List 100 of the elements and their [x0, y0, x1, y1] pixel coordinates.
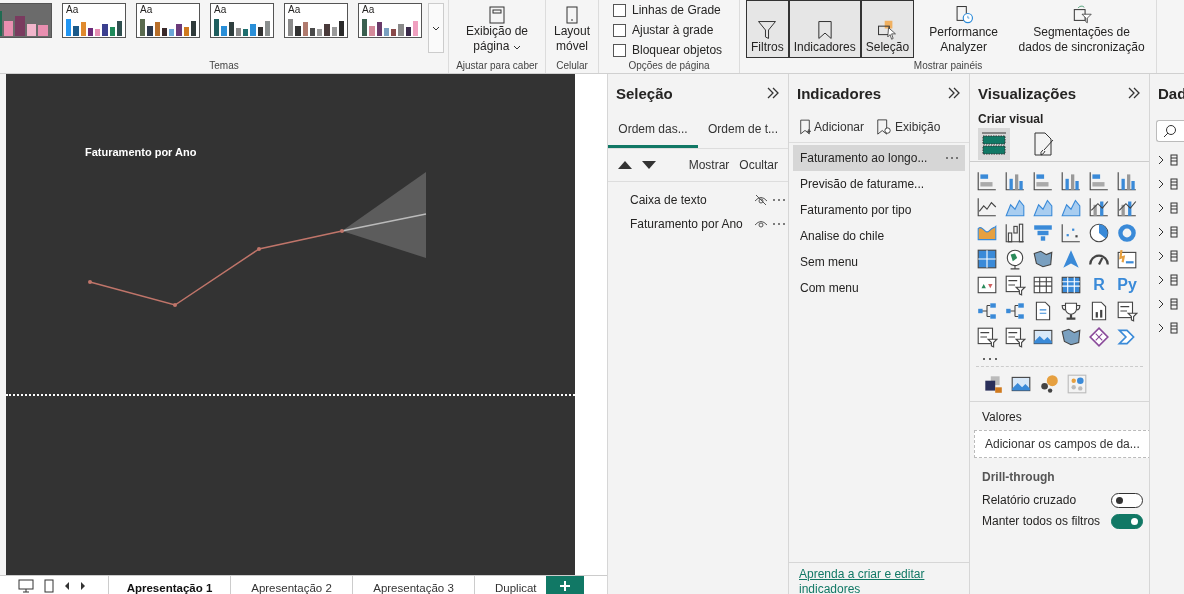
expand-icon[interactable]	[1158, 203, 1164, 213]
checkbox[interactable]	[613, 43, 626, 57]
expand-icon[interactable]	[1158, 155, 1164, 165]
collapse-icon[interactable]	[766, 86, 780, 100]
eye-slash-icon[interactable]	[754, 195, 768, 205]
table-icon[interactable]	[1032, 274, 1054, 296]
layer-item[interactable]: Faturamento por Ano	[630, 217, 750, 231]
more-icon[interactable]	[772, 222, 786, 226]
eye-icon[interactable]	[754, 219, 768, 229]
area-chart-icon[interactable]	[1032, 196, 1054, 218]
slicer-icon[interactable]	[1116, 300, 1138, 322]
kpi-icon[interactable]	[976, 274, 998, 296]
column-chart-icon[interactable]	[1060, 170, 1082, 192]
scatter-chart-icon[interactable]	[1060, 222, 1082, 244]
bar-chart-icon[interactable]	[976, 170, 998, 192]
page-icon	[487, 6, 507, 24]
bookmark-item[interactable]: Faturamento ao longo...	[793, 145, 965, 171]
line-column-chart-icon[interactable]	[1088, 196, 1110, 218]
column-chart-icon[interactable]	[1004, 170, 1026, 192]
search-field[interactable]	[1156, 120, 1184, 142]
expand-icon[interactable]	[1158, 179, 1164, 189]
toggle-switch[interactable]	[1110, 493, 1143, 508]
slicer-icon[interactable]	[976, 326, 998, 348]
squares-icon[interactable]	[982, 373, 1004, 395]
theme-thumbnail[interactable]: Aa	[136, 3, 200, 38]
theme-thumbnail[interactable]: Aa	[358, 3, 422, 38]
more-icon[interactable]	[982, 357, 998, 361]
section-title: Criar visual	[977, 112, 1045, 126]
bar-chart-icon[interactable]	[1032, 170, 1054, 192]
arrow-icon[interactable]	[1060, 248, 1082, 270]
line-chart-icon[interactable]	[976, 196, 998, 218]
expand-icon[interactable]	[1158, 323, 1164, 333]
action-button[interactable]: Mostrar	[688, 158, 730, 172]
globe-icon[interactable]	[1004, 248, 1026, 270]
add-page-button[interactable]	[546, 576, 584, 594]
bubbles-icon[interactable]	[1038, 373, 1060, 395]
slicer-icon[interactable]	[1004, 274, 1026, 296]
map-icon[interactable]	[1060, 326, 1082, 348]
expand-icon[interactable]	[1158, 251, 1164, 261]
stopwatch-icon	[953, 5, 974, 25]
dots-icon[interactable]	[1066, 373, 1088, 395]
table-icon	[1170, 322, 1178, 334]
line-column-chart-icon[interactable]	[1116, 196, 1138, 218]
action-button[interactable]: Ocultar	[739, 158, 778, 172]
table-icon	[1170, 154, 1178, 166]
mobile-layout-button[interactable]: Layout móvel	[546, 5, 598, 55]
next-icon[interactable]	[80, 581, 86, 590]
pane-toggle-button[interactable]: Segmentações de dados de sincronização	[1013, 0, 1150, 58]
pane-toggle-button[interactable]: Seleção	[860, 0, 915, 58]
bookmark-item[interactable]: Com menu	[793, 275, 965, 301]
toggle-switch[interactable]	[1110, 514, 1143, 529]
more-icon[interactable]	[945, 156, 959, 160]
collapse-icon[interactable]	[947, 86, 961, 100]
data-point	[340, 229, 344, 233]
expand-icon[interactable]	[1158, 299, 1164, 309]
pane-tab[interactable]: Ordem de t...	[698, 112, 788, 148]
slicer-icon[interactable]	[1004, 326, 1026, 348]
theme-thumbnail[interactable]: Aa	[62, 3, 126, 38]
phone-icon[interactable]	[44, 578, 54, 593]
column-chart-icon[interactable]	[1116, 170, 1138, 192]
desktop-icon[interactable]	[18, 578, 34, 593]
diamond-icon[interactable]	[1088, 326, 1110, 348]
previous-icon[interactable]	[64, 581, 70, 590]
theme-thumbnail[interactable]: Aa	[284, 3, 348, 38]
toolbar-button[interactable]: Adicionar	[799, 119, 865, 135]
waterfall-chart-icon[interactable]	[1004, 222, 1026, 244]
toolbar-button[interactable]: Exibição	[876, 119, 941, 135]
bookmark-item[interactable]: Faturamento por tipo	[793, 197, 965, 223]
area-chart-icon[interactable]	[1060, 196, 1082, 218]
bookmark-item[interactable]: Sem menu	[793, 249, 965, 275]
collapse-icon[interactable]	[1127, 86, 1141, 100]
expand-icon[interactable]	[1158, 227, 1164, 237]
bar-chart-icon[interactable]	[1088, 170, 1110, 192]
matrix-icon[interactable]	[1060, 274, 1082, 296]
layer-item[interactable]: Caixa de texto	[630, 193, 750, 207]
pane-toggle-button[interactable]: Performance Analyzer	[914, 0, 1014, 58]
map-icon[interactable]	[1032, 248, 1054, 270]
pane-toggle-button[interactable]: Filtros	[746, 0, 789, 58]
sync-slicers-icon	[1071, 5, 1092, 25]
checkbox[interactable]	[613, 3, 626, 17]
help-link[interactable]: Aprenda a criar e editar indicadores	[799, 567, 959, 594]
build-visual-icon	[981, 131, 1007, 157]
mode-tab[interactable]	[978, 128, 1010, 160]
treemap-icon[interactable]	[976, 248, 998, 270]
bookmark-item[interactable]: Previsão de faturame...	[793, 171, 965, 197]
trophy-icon[interactable]	[1060, 300, 1082, 322]
drop-zone[interactable]: Adicionar os campos de da...	[974, 430, 1149, 458]
page-view-button[interactable]: Exibição de página	[455, 5, 539, 55]
theme-thumbnail[interactable]: Aa	[210, 3, 274, 38]
pane-tab[interactable]: Ordem das...	[608, 112, 698, 148]
bookmark-item[interactable]: Analise do chile	[793, 223, 965, 249]
pie-chart-icon[interactable]	[1088, 222, 1110, 244]
pane-toggle-button[interactable]: Indicadores	[788, 0, 861, 58]
more-icon[interactable]	[772, 198, 786, 202]
card-icon[interactable]	[1116, 248, 1138, 270]
theme-thumbnail[interactable]	[0, 3, 52, 38]
expand-icon[interactable]	[1158, 275, 1164, 285]
move-down-icon[interactable]	[642, 161, 656, 169]
checkbox[interactable]	[613, 23, 626, 37]
move-up-icon[interactable]	[618, 161, 632, 169]
